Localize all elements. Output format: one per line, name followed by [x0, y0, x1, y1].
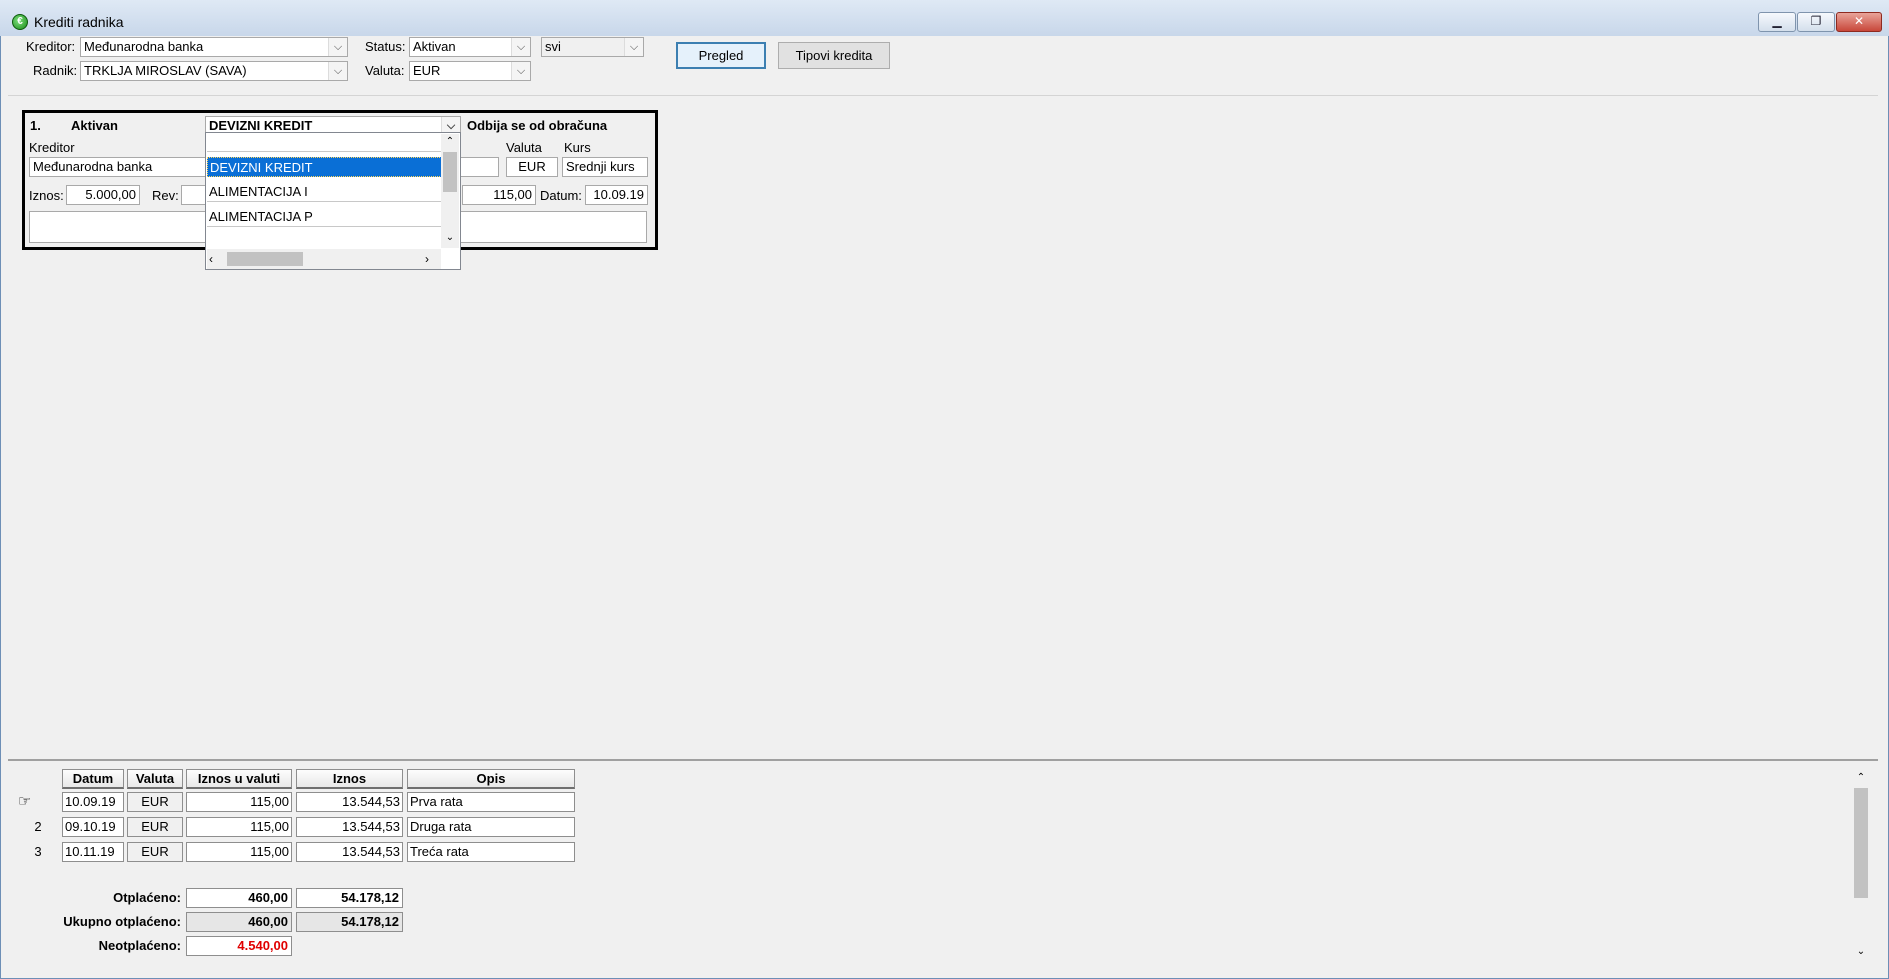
- valuta-filter-value: EUR: [413, 63, 441, 78]
- kurs-label: Kurs: [564, 140, 591, 155]
- minimize-button[interactable]: ▁: [1758, 12, 1796, 32]
- scroll-down-icon[interactable]: ⌄: [441, 230, 459, 246]
- datum-label: Datum:: [540, 188, 582, 203]
- row-number: 3: [34, 844, 42, 859]
- dropdown-item[interactable]: DEVIZNI KREDIT: [207, 157, 442, 177]
- kreditor-filter-value: Međunarodna banka: [84, 39, 204, 54]
- credit-type-value: DEVIZNI KREDIT: [209, 118, 313, 133]
- title-bar: [0, 0, 1889, 36]
- chevron-down-icon[interactable]: ⌵: [511, 62, 530, 80]
- restore-button[interactable]: ❐: [1797, 12, 1835, 32]
- dropdown-empty-item[interactable]: [207, 134, 441, 152]
- otplaceno-label: Otplaćeno:: [113, 890, 181, 905]
- dropdown-vertical-scrollbar[interactable]: ⌃ ⌄: [441, 134, 459, 248]
- rev-label: Rev:: [152, 188, 179, 203]
- column-header-iznos[interactable]: Iznos: [296, 769, 403, 789]
- row-iznos[interactable]: 13.544,53: [296, 842, 403, 862]
- row-opis[interactable]: Treća rata: [407, 842, 575, 862]
- row-datum[interactable]: 09.10.19: [62, 817, 124, 837]
- scroll-up-icon[interactable]: ⌃: [441, 134, 459, 150]
- row-iznos[interactable]: 13.544,53: [296, 792, 403, 812]
- datum-field[interactable]: 10.09.19: [585, 185, 648, 205]
- row-valuta[interactable]: EUR: [127, 792, 183, 812]
- radnik-filter-label: Radnik:: [33, 63, 78, 78]
- column-header-datum[interactable]: Datum: [62, 769, 124, 789]
- dropdown-item[interactable]: ALIMENTACIJA P: [207, 207, 442, 227]
- row-iznos[interactable]: 13.544,53: [296, 817, 403, 837]
- column-header-iznos-u-valuti[interactable]: Iznos u valuti: [186, 769, 292, 789]
- minimize-icon: ▁: [1772, 14, 1782, 28]
- tipovi-kredita-button[interactable]: Tipovi kredita: [778, 42, 890, 69]
- row-valuta[interactable]: EUR: [127, 817, 183, 837]
- valuta-field[interactable]: EUR: [506, 157, 558, 177]
- column-header-valuta[interactable]: Valuta: [127, 769, 183, 789]
- valuta-filter-combo[interactable]: EUR ⌵: [409, 61, 531, 81]
- credit-status: Aktivan: [71, 118, 118, 133]
- app-logo-icon: €: [12, 14, 28, 30]
- iznos-field[interactable]: 5.000,00: [66, 185, 140, 205]
- pointing-hand-icon: ☞: [18, 793, 32, 810]
- valuta-label: Valuta: [506, 140, 542, 155]
- svi-filter-combo[interactable]: svi ⌵: [541, 37, 644, 57]
- column-header-opis[interactable]: Opis: [407, 769, 575, 789]
- svi-filter-value: svi: [545, 39, 561, 54]
- row-iznos-valuta[interactable]: 115,00: [186, 842, 292, 862]
- scroll-up-icon[interactable]: ⌃: [1852, 770, 1870, 786]
- payments-vertical-scrollbar[interactable]: ⌃ ⌄: [1852, 770, 1870, 960]
- close-button[interactable]: ✕: [1836, 12, 1882, 32]
- status-filter-combo[interactable]: Aktivan ⌵: [409, 37, 531, 57]
- row-opis[interactable]: Druga rata: [407, 817, 575, 837]
- chevron-down-icon[interactable]: ⌵: [511, 38, 530, 56]
- credit-number: 1.: [30, 118, 41, 133]
- kurs-field[interactable]: Srednji kurs: [562, 157, 648, 177]
- valuta-filter-label: Valuta:: [365, 63, 405, 78]
- otplaceno-valuta: 460,00: [186, 888, 292, 908]
- restore-icon: ❐: [1810, 14, 1822, 28]
- window-title: Krediti radnika: [34, 14, 124, 30]
- row-valuta[interactable]: EUR: [127, 842, 183, 862]
- dropdown-horizontal-scrollbar[interactable]: ‹ ›: [207, 249, 441, 269]
- status-filter-value: Aktivan: [413, 39, 456, 54]
- row-number: 2: [34, 819, 42, 834]
- ukupno-otplaceno-valuta: 460,00: [186, 912, 292, 932]
- kreditor-filter-combo[interactable]: Međunarodna banka ⌵: [80, 37, 348, 57]
- chevron-down-icon[interactable]: ⌵: [624, 38, 643, 56]
- otplaceno-iznos: 54.178,12: [296, 888, 403, 908]
- dropdown-scroll-thumb[interactable]: [443, 152, 457, 192]
- dropdown-item[interactable]: ALIMENTACIJA I: [207, 182, 442, 202]
- neotplaceno-valuta: 4.540,00: [186, 936, 292, 956]
- row-iznos-valuta[interactable]: 115,00: [186, 792, 292, 812]
- iznos-label: Iznos:: [29, 188, 64, 203]
- chevron-down-icon[interactable]: ⌵: [328, 38, 347, 56]
- credit-type-dropdown-list[interactable]: DEVIZNI KREDIT ALIMENTACIJA I ALIMENTACI…: [205, 132, 461, 270]
- row-datum[interactable]: 10.09.19: [62, 792, 124, 812]
- payments-scroll-thumb[interactable]: [1854, 788, 1868, 898]
- ukupno-otplaceno-label: Ukupno otplaćeno:: [63, 914, 181, 929]
- scroll-down-icon[interactable]: ⌄: [1852, 944, 1870, 960]
- rata-field[interactable]: 115,00: [462, 185, 536, 205]
- radnik-filter-value: TRKLJA MIROSLAV (SAVA): [84, 63, 247, 78]
- status-filter-label: Status:: [365, 39, 406, 54]
- chevron-down-icon[interactable]: ⌵: [328, 62, 347, 80]
- scroll-right-icon[interactable]: ›: [425, 251, 439, 267]
- radnik-filter-combo[interactable]: TRKLJA MIROSLAV (SAVA) ⌵: [80, 61, 348, 81]
- close-icon: ✕: [1853, 14, 1865, 28]
- dropdown-hscroll-thumb[interactable]: [227, 252, 303, 266]
- row-iznos-valuta[interactable]: 115,00: [186, 817, 292, 837]
- neotplaceno-label: Neotplaćeno:: [98, 938, 181, 953]
- ukupno-otplaceno-iznos: 54.178,12: [296, 912, 403, 932]
- row-datum[interactable]: 10.11.19: [62, 842, 124, 862]
- divider: [8, 95, 1878, 96]
- deduction-note: Odbija se od obračuna: [467, 118, 608, 133]
- scroll-left-icon[interactable]: ‹: [209, 251, 223, 267]
- kreditor-filter-label: Kreditor:: [26, 39, 76, 54]
- row-opis[interactable]: Prva rata: [407, 792, 575, 812]
- pregled-button[interactable]: Pregled: [676, 42, 766, 69]
- kreditor-label: Kreditor: [29, 140, 75, 155]
